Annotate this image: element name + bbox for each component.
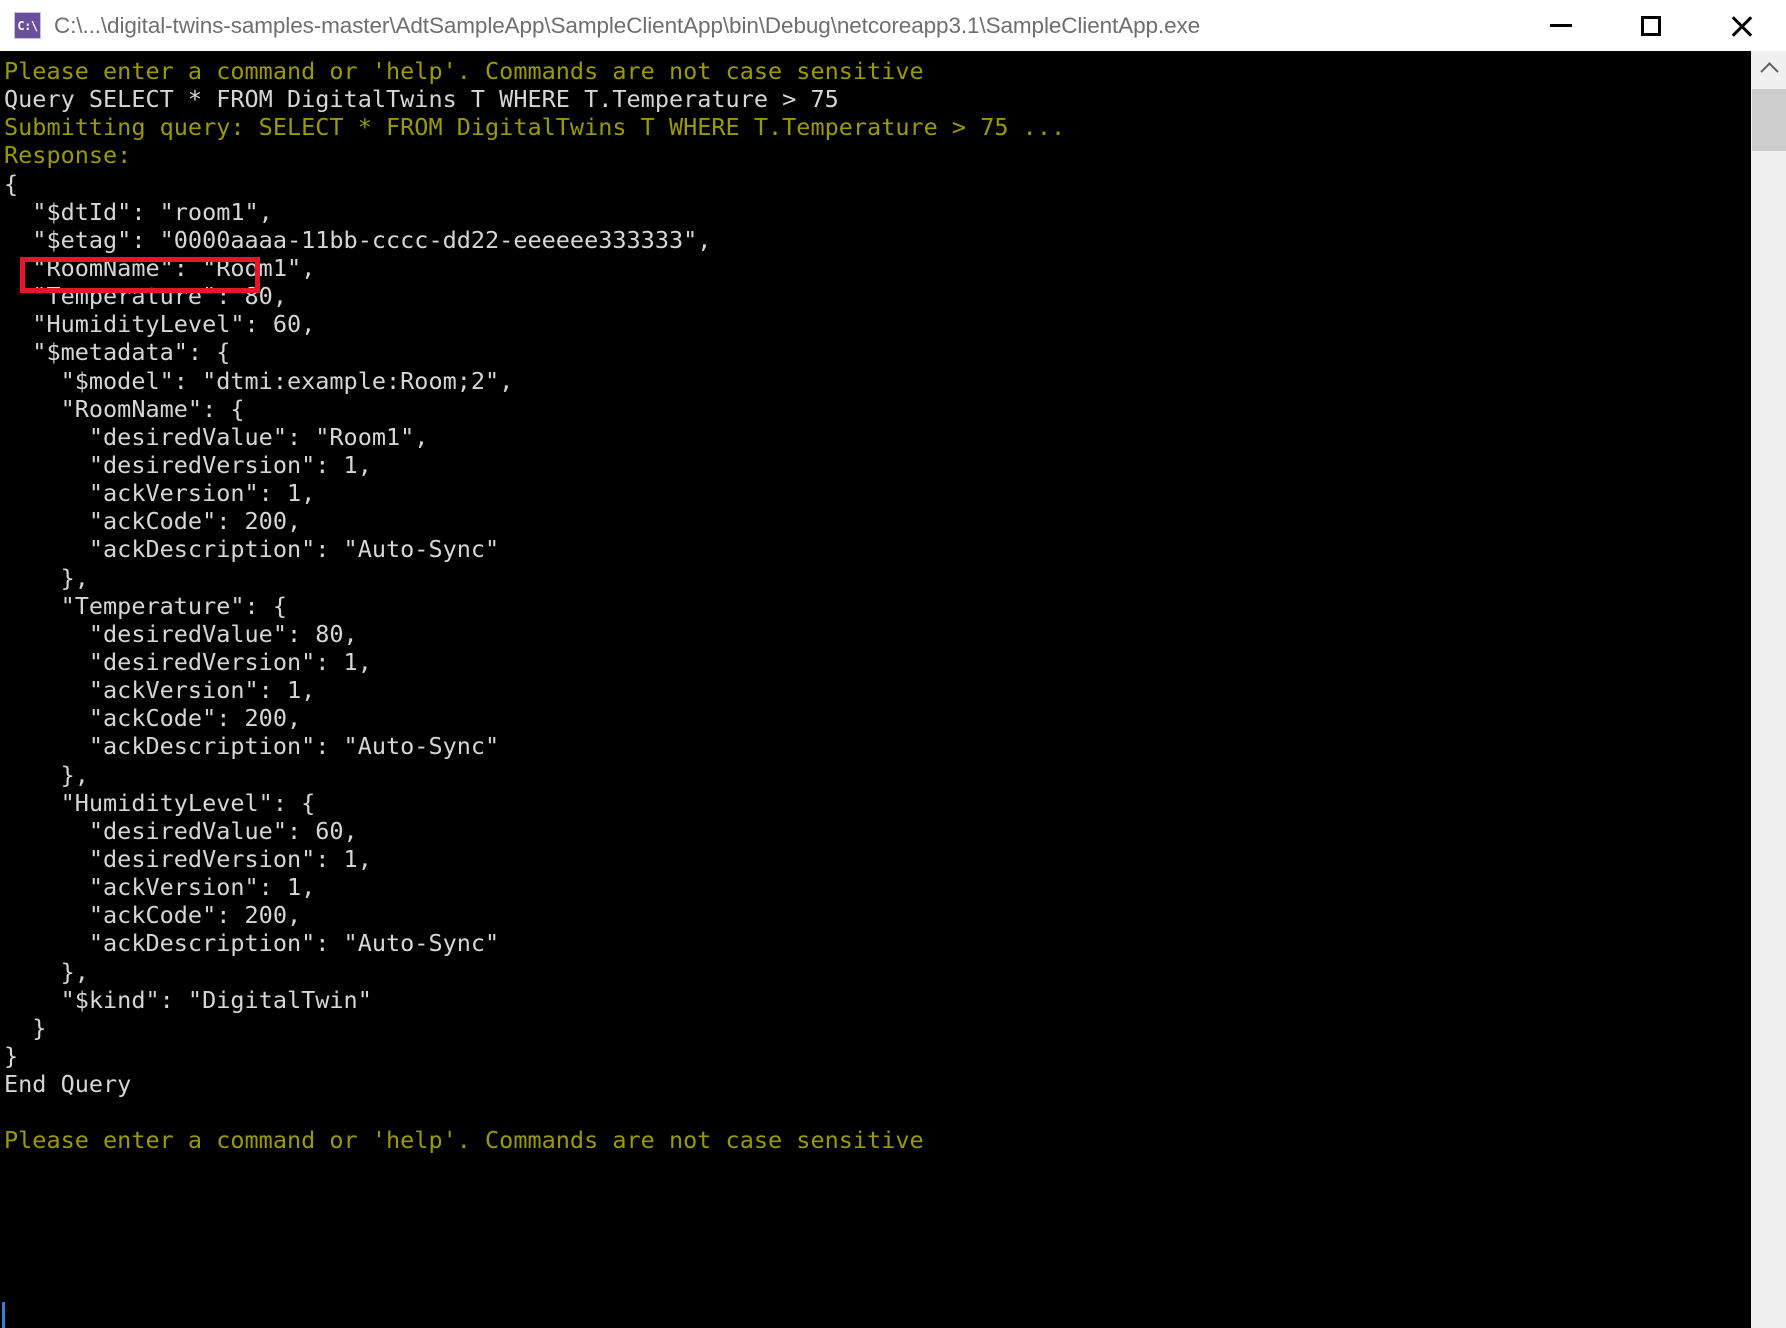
console-line: "ackDescription": "Auto-Sync": [4, 535, 500, 564]
minimize-icon: [1550, 24, 1572, 27]
console-app-icon: C:\: [14, 12, 41, 39]
console-line: }: [4, 1013, 47, 1042]
window-title: C:\...\digital-twins-samples-master\AdtS…: [54, 12, 1201, 38]
console-line: "ackDescription": "Auto-Sync": [4, 732, 500, 761]
console-line: Submitting query: SELECT * FROM DigitalT…: [4, 113, 1066, 142]
console-line: Please enter a command or 'help'. Comman…: [4, 57, 924, 85]
console-line: },: [4, 760, 89, 789]
console-line: Please enter a command or 'help'. Comman…: [4, 1126, 924, 1155]
console-app-icon-text: C:\: [17, 18, 38, 33]
console-line: "ackVersion": 1,: [4, 676, 316, 705]
console-window: C:\ C:\...\digital-twins-samples-master\…: [0, 0, 1786, 1328]
text-cursor: [2, 1302, 5, 1328]
console-line: Query SELECT * FROM DigitalTwins T WHERE…: [4, 85, 839, 114]
console-line: {: [4, 169, 19, 198]
console-output-area[interactable]: Please enter a command or 'help'. Comman…: [0, 51, 1751, 1328]
console-line: "ackCode": 200,: [4, 507, 302, 536]
console-line: },: [4, 957, 89, 986]
console-line: "HumidityLevel": {: [4, 788, 316, 817]
window-controls: [1516, 0, 1786, 51]
console-line: "ackCode": 200,: [4, 704, 302, 733]
console-line: }: [4, 1041, 19, 1070]
close-button[interactable]: [1696, 0, 1786, 51]
maximize-button[interactable]: [1606, 0, 1696, 51]
console-line: "desiredValue": 60,: [4, 816, 358, 845]
minimize-button[interactable]: [1516, 0, 1606, 51]
console-line: "ackDescription": "Auto-Sync": [4, 929, 500, 958]
console-line: "$metadata": {: [4, 338, 231, 367]
console-line: "desiredVersion": 1,: [4, 450, 372, 479]
chevron-up-icon: [1759, 61, 1779, 81]
console-line: "$etag": "0000aaaa-11bb-cccc-dd22-eeeeee…: [4, 225, 712, 254]
console-line: "RoomName": {: [4, 394, 245, 423]
window-body: Please enter a command or 'help'. Comman…: [0, 51, 1786, 1328]
console-line: "$dtId": "room1",: [4, 197, 273, 226]
console-line: "$model": "dtmi:example:Room;2",: [4, 366, 514, 395]
console-line: "Temperature": 80,: [4, 282, 287, 311]
console-line: "ackVersion": 1,: [4, 479, 316, 508]
vertical-scrollbar[interactable]: [1751, 51, 1786, 1328]
scroll-up-button[interactable]: [1752, 51, 1786, 85]
console-line: "Temperature": {: [4, 591, 287, 620]
scrollbar-track[interactable]: [1752, 85, 1786, 1328]
close-icon: [1729, 14, 1753, 38]
console-line: End Query: [4, 1070, 132, 1099]
maximize-icon: [1641, 15, 1661, 36]
console-line: "HumidityLevel": 60,: [4, 310, 316, 339]
title-bar[interactable]: C:\ C:\...\digital-twins-samples-master\…: [0, 0, 1786, 51]
console-line: "desiredVersion": 1,: [4, 844, 372, 873]
scrollbar-thumb[interactable]: [1752, 89, 1786, 151]
console-line: "ackCode": 200,: [4, 901, 302, 930]
console-line: Response:: [4, 141, 132, 170]
console-line: "RoomName": "Room1",: [4, 253, 316, 282]
console-line: "desiredVersion": 1,: [4, 647, 372, 676]
console-line: "desiredValue": 80,: [4, 619, 358, 648]
console-line: },: [4, 563, 89, 592]
console-line: "$kind": "DigitalTwin": [4, 985, 372, 1014]
console-line: "ackVersion": 1,: [4, 873, 316, 902]
console-line: "desiredValue": "Room1",: [4, 422, 429, 451]
